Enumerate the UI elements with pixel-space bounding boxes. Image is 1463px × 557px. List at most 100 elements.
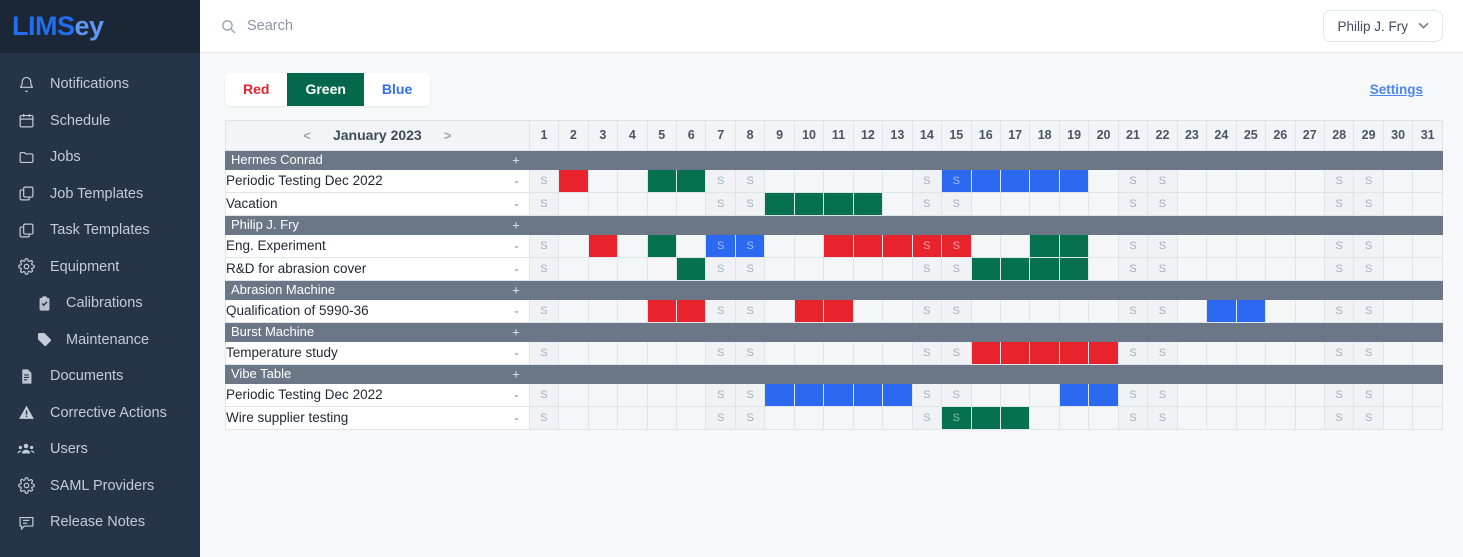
schedule-cell-day-20[interactable] [1088, 233, 1119, 258]
schedule-cell-day-30[interactable] [1382, 382, 1414, 407]
schedule-cell-day-8[interactable]: S [734, 256, 766, 281]
task-name-cell[interactable]: Wire supplier testing - [225, 405, 530, 430]
schedule-cell-day-15[interactable]: S [941, 340, 972, 365]
schedule-cell-day-18[interactable] [1029, 405, 1060, 430]
schedule-cell-day-19[interactable] [1058, 382, 1090, 407]
schedule-cell-day-30[interactable] [1382, 256, 1414, 281]
schedule-cell-day-3[interactable] [587, 168, 619, 193]
schedule-cell-day-27[interactable] [1294, 233, 1325, 258]
schedule-cell-day-26[interactable] [1265, 298, 1296, 323]
schedule-cell-day-2[interactable] [558, 233, 589, 258]
schedule-cell-day-5[interactable] [646, 168, 677, 193]
schedule-cell-day-5[interactable] [646, 256, 677, 281]
schedule-cell-day-8[interactable]: S [734, 298, 766, 323]
schedule-cell-day-20[interactable] [1088, 168, 1119, 193]
task-name-cell[interactable]: Eng. Experiment - [225, 233, 530, 258]
sidebar-item-schedule[interactable]: Schedule [0, 103, 200, 140]
remove-task-button[interactable]: - [514, 303, 518, 318]
schedule-cell-day-15[interactable]: S [941, 191, 972, 216]
schedule-cell-day-24[interactable] [1206, 256, 1237, 281]
schedule-cell-day-31[interactable] [1412, 233, 1443, 258]
schedule-cell-day-3[interactable] [587, 382, 619, 407]
schedule-cell-day-13[interactable] [882, 298, 913, 323]
remove-task-button[interactable]: - [514, 387, 518, 402]
schedule-cell-day-26[interactable] [1265, 233, 1296, 258]
schedule-cell-day-3[interactable] [587, 233, 619, 258]
schedule-cell-day-18[interactable] [1029, 256, 1060, 281]
schedule-cell-day-10[interactable] [793, 298, 825, 323]
schedule-cell-day-11[interactable] [823, 340, 854, 365]
schedule-cell-day-16[interactable] [970, 298, 1001, 323]
schedule-cell-day-2[interactable] [558, 382, 589, 407]
schedule-cell-day-1[interactable]: S [528, 298, 560, 323]
task-name-cell[interactable]: Periodic Testing Dec 2022 - [225, 382, 530, 407]
schedule-cell-day-9[interactable] [764, 382, 795, 407]
user-menu-button[interactable]: Philip J. Fry [1323, 10, 1443, 42]
schedule-cell-day-12[interactable] [852, 191, 884, 216]
sidebar-item-calibrations[interactable]: Calibrations [0, 285, 200, 322]
schedule-cell-day-12[interactable] [852, 298, 884, 323]
schedule-cell-day-16[interactable] [970, 405, 1001, 430]
schedule-cell-day-5[interactable] [646, 298, 677, 323]
schedule-cell-day-5[interactable] [646, 340, 677, 365]
sidebar-item-documents[interactable]: Documents [0, 358, 200, 395]
schedule-cell-day-12[interactable] [852, 340, 884, 365]
schedule-cell-day-19[interactable] [1058, 233, 1090, 258]
schedule-cell-day-30[interactable] [1382, 168, 1414, 193]
schedule-cell-day-29[interactable]: S [1353, 168, 1384, 193]
schedule-cell-day-2[interactable] [558, 405, 589, 430]
schedule-cell-day-29[interactable]: S [1353, 382, 1384, 407]
schedule-cell-day-8[interactable]: S [734, 382, 766, 407]
schedule-cell-day-25[interactable] [1235, 233, 1267, 258]
schedule-cell-day-24[interactable] [1206, 382, 1237, 407]
schedule-cell-day-16[interactable] [970, 256, 1001, 281]
task-name-cell[interactable]: Qualification of 5990-36 - [225, 298, 530, 323]
schedule-cell-day-27[interactable] [1294, 168, 1325, 193]
schedule-cell-day-14[interactable]: S [911, 405, 943, 430]
schedule-cell-day-30[interactable] [1382, 340, 1414, 365]
schedule-cell-day-16[interactable] [970, 168, 1001, 193]
schedule-cell-day-11[interactable] [823, 405, 854, 430]
schedule-cell-day-4[interactable] [617, 168, 648, 193]
schedule-cell-day-22[interactable]: S [1147, 298, 1178, 323]
schedule-cell-day-17[interactable] [999, 168, 1031, 193]
schedule-cell-day-31[interactable] [1412, 298, 1443, 323]
task-name-cell[interactable]: Periodic Testing Dec 2022 - [225, 168, 530, 193]
schedule-cell-day-1[interactable]: S [528, 233, 560, 258]
schedule-cell-day-22[interactable]: S [1147, 256, 1178, 281]
schedule-cell-day-29[interactable]: S [1353, 405, 1384, 430]
schedule-cell-day-22[interactable]: S [1147, 233, 1178, 258]
schedule-cell-day-19[interactable] [1058, 191, 1090, 216]
schedule-cell-day-28[interactable]: S [1323, 382, 1355, 407]
schedule-cell-day-15[interactable]: S [941, 168, 972, 193]
schedule-cell-day-26[interactable] [1265, 168, 1296, 193]
schedule-cell-day-18[interactable] [1029, 191, 1060, 216]
schedule-cell-day-14[interactable]: S [911, 382, 943, 407]
schedule-cell-day-25[interactable] [1235, 298, 1267, 323]
schedule-cell-day-18[interactable] [1029, 298, 1060, 323]
sidebar-item-corrective-actions[interactable]: Corrective Actions [0, 395, 200, 432]
schedule-cell-day-2[interactable] [558, 256, 589, 281]
schedule-cell-day-31[interactable] [1412, 340, 1443, 365]
remove-task-button[interactable]: - [514, 196, 518, 211]
schedule-cell-day-16[interactable] [970, 233, 1001, 258]
schedule-cell-day-17[interactable] [999, 405, 1031, 430]
remove-task-button[interactable]: - [514, 173, 518, 188]
search-container[interactable] [220, 18, 1323, 35]
schedule-cell-day-14[interactable]: S [911, 168, 943, 193]
schedule-cell-day-8[interactable]: S [734, 340, 766, 365]
schedule-cell-day-3[interactable] [587, 405, 619, 430]
schedule-cell-day-11[interactable] [823, 256, 854, 281]
schedule-cell-day-29[interactable]: S [1353, 256, 1384, 281]
schedule-cell-day-4[interactable] [617, 298, 648, 323]
schedule-cell-day-29[interactable]: S [1353, 340, 1384, 365]
schedule-cell-day-7[interactable]: S [705, 298, 736, 323]
schedule-cell-day-1[interactable]: S [528, 382, 560, 407]
schedule-cell-day-20[interactable] [1088, 298, 1119, 323]
schedule-cell-day-6[interactable] [675, 340, 707, 365]
schedule-cell-day-13[interactable] [882, 233, 913, 258]
schedule-cell-day-6[interactable] [675, 405, 707, 430]
schedule-cell-day-8[interactable]: S [734, 233, 766, 258]
schedule-cell-day-13[interactable] [882, 256, 913, 281]
schedule-cell-day-1[interactable]: S [528, 256, 560, 281]
